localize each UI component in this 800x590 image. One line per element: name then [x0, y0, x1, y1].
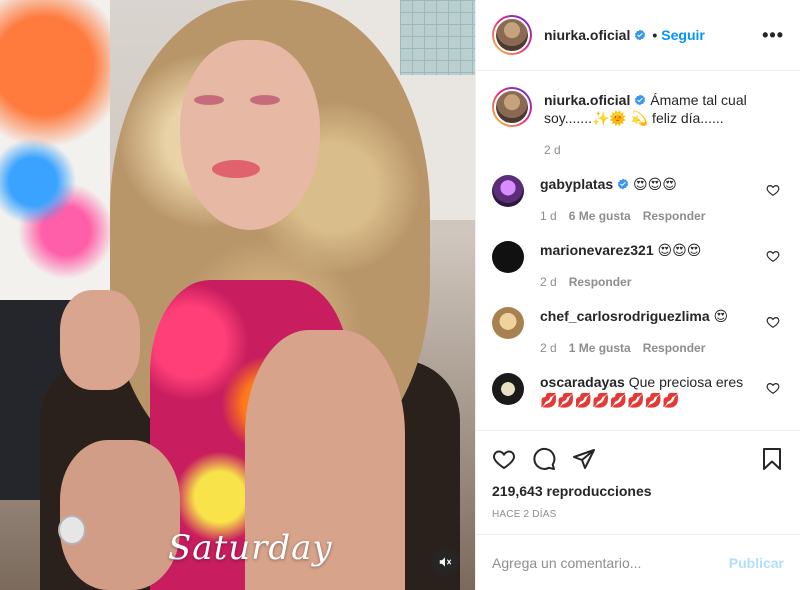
instagram-post: Saturday niurka.oficial • Seguir ••• niu…: [0, 0, 800, 590]
view-count[interactable]: 219,643 reproducciones: [492, 483, 784, 499]
add-comment-bar: Publicar: [476, 534, 800, 590]
comment-input[interactable]: [492, 554, 721, 571]
header-username[interactable]: niurka.oficial: [544, 27, 646, 43]
like-comment-heart-icon[interactable]: [766, 381, 780, 395]
comment-text: 😍😍😍: [657, 242, 702, 258]
eye-makeup-right: [250, 95, 280, 105]
reply-button[interactable]: Responder: [569, 273, 632, 291]
post-date[interactable]: HACE 2 DÍAS: [492, 509, 784, 520]
video-overlay-text: Saturday: [168, 528, 333, 568]
comment-username[interactable]: gabyplatas: [540, 176, 613, 192]
comment-time[interactable]: 2 d: [540, 339, 557, 357]
save-icon[interactable]: [760, 447, 784, 471]
avatar[interactable]: [492, 15, 532, 55]
comment-avatar[interactable]: [492, 373, 524, 405]
eye-makeup-left: [194, 95, 224, 105]
comment-username[interactable]: chef_carlosrodriguezlima: [540, 308, 710, 324]
comment-item: chef_carlosrodriguezlima 😍 2 d 1 Me gust…: [492, 307, 784, 357]
hand-upper: [60, 290, 140, 390]
comment-username[interactable]: marionevarez321: [540, 242, 654, 258]
publish-button[interactable]: Publicar: [729, 555, 784, 571]
like-comment-heart-icon[interactable]: [766, 249, 780, 263]
comment-likes[interactable]: 6 Me gusta: [569, 207, 631, 225]
comment-time[interactable]: 2 d: [540, 273, 557, 291]
comment-username[interactable]: oscaradayas: [540, 374, 625, 390]
heart-icon[interactable]: [492, 447, 516, 471]
comment-meta: 2 d Responder: [540, 273, 748, 291]
caption-meta: 2 d: [544, 141, 774, 159]
like-comment-heart-icon[interactable]: [766, 315, 780, 329]
more-options-icon[interactable]: •••: [762, 25, 784, 46]
post-caption: niurka.oficial Ámame tal cual soy.......…: [492, 87, 784, 159]
share-icon[interactable]: [572, 447, 596, 471]
comment-text: 😍: [713, 308, 729, 324]
post-actions: 219,643 reproducciones HACE 2 DÍAS: [476, 430, 800, 534]
reply-button[interactable]: Responder: [643, 207, 706, 225]
post-side-panel: niurka.oficial • Seguir ••• niurka.ofici…: [475, 0, 800, 590]
post-header: niurka.oficial • Seguir •••: [476, 0, 800, 71]
verified-badge-icon: [635, 29, 646, 41]
verified-badge-icon: [635, 94, 646, 106]
lips: [212, 160, 260, 178]
comments-list[interactable]: niurka.oficial Ámame tal cual soy.......…: [476, 71, 800, 430]
comment-avatar[interactable]: [492, 307, 524, 339]
comment-icon[interactable]: [532, 447, 556, 471]
comment-avatar[interactable]: [492, 241, 524, 273]
comment-time[interactable]: 1 d: [540, 207, 557, 225]
comment-likes[interactable]: 1 Me gusta: [569, 339, 631, 357]
comment-item: marionevarez321 😍😍😍 2 d Responder: [492, 241, 784, 291]
background-tiles: [400, 0, 475, 75]
post-video[interactable]: Saturday: [0, 0, 475, 590]
reply-button[interactable]: Responder: [643, 339, 706, 357]
speaker-muted-icon: [439, 557, 452, 567]
comment-item: gabyplatas 😍😍😍 1 d 6 Me gusta Responder: [492, 175, 784, 225]
follow-button[interactable]: Seguir: [661, 27, 705, 43]
caption-avatar[interactable]: [492, 87, 532, 127]
hand-lower: [60, 440, 180, 590]
caption-time[interactable]: 2 d: [544, 141, 561, 159]
bystander-figure: [0, 0, 110, 330]
mute-button[interactable]: [431, 548, 459, 576]
separator-dot: •: [652, 27, 658, 43]
comment-meta: 1 d 6 Me gusta Responder: [540, 207, 748, 225]
verified-badge-icon: [618, 178, 629, 190]
comment-meta: 2 d 1 Me gusta Responder: [540, 339, 748, 357]
username-text[interactable]: niurka.oficial: [544, 27, 630, 43]
face: [180, 40, 320, 230]
comment-text: 😍😍😍: [633, 176, 677, 192]
like-comment-heart-icon[interactable]: [766, 183, 780, 197]
caption-username[interactable]: niurka.oficial: [544, 92, 630, 108]
ring: [58, 515, 86, 545]
comment-avatar[interactable]: [492, 175, 524, 207]
comment-item: oscaradayas Que preciosa eres 💋💋💋💋💋💋💋💋: [492, 373, 784, 409]
